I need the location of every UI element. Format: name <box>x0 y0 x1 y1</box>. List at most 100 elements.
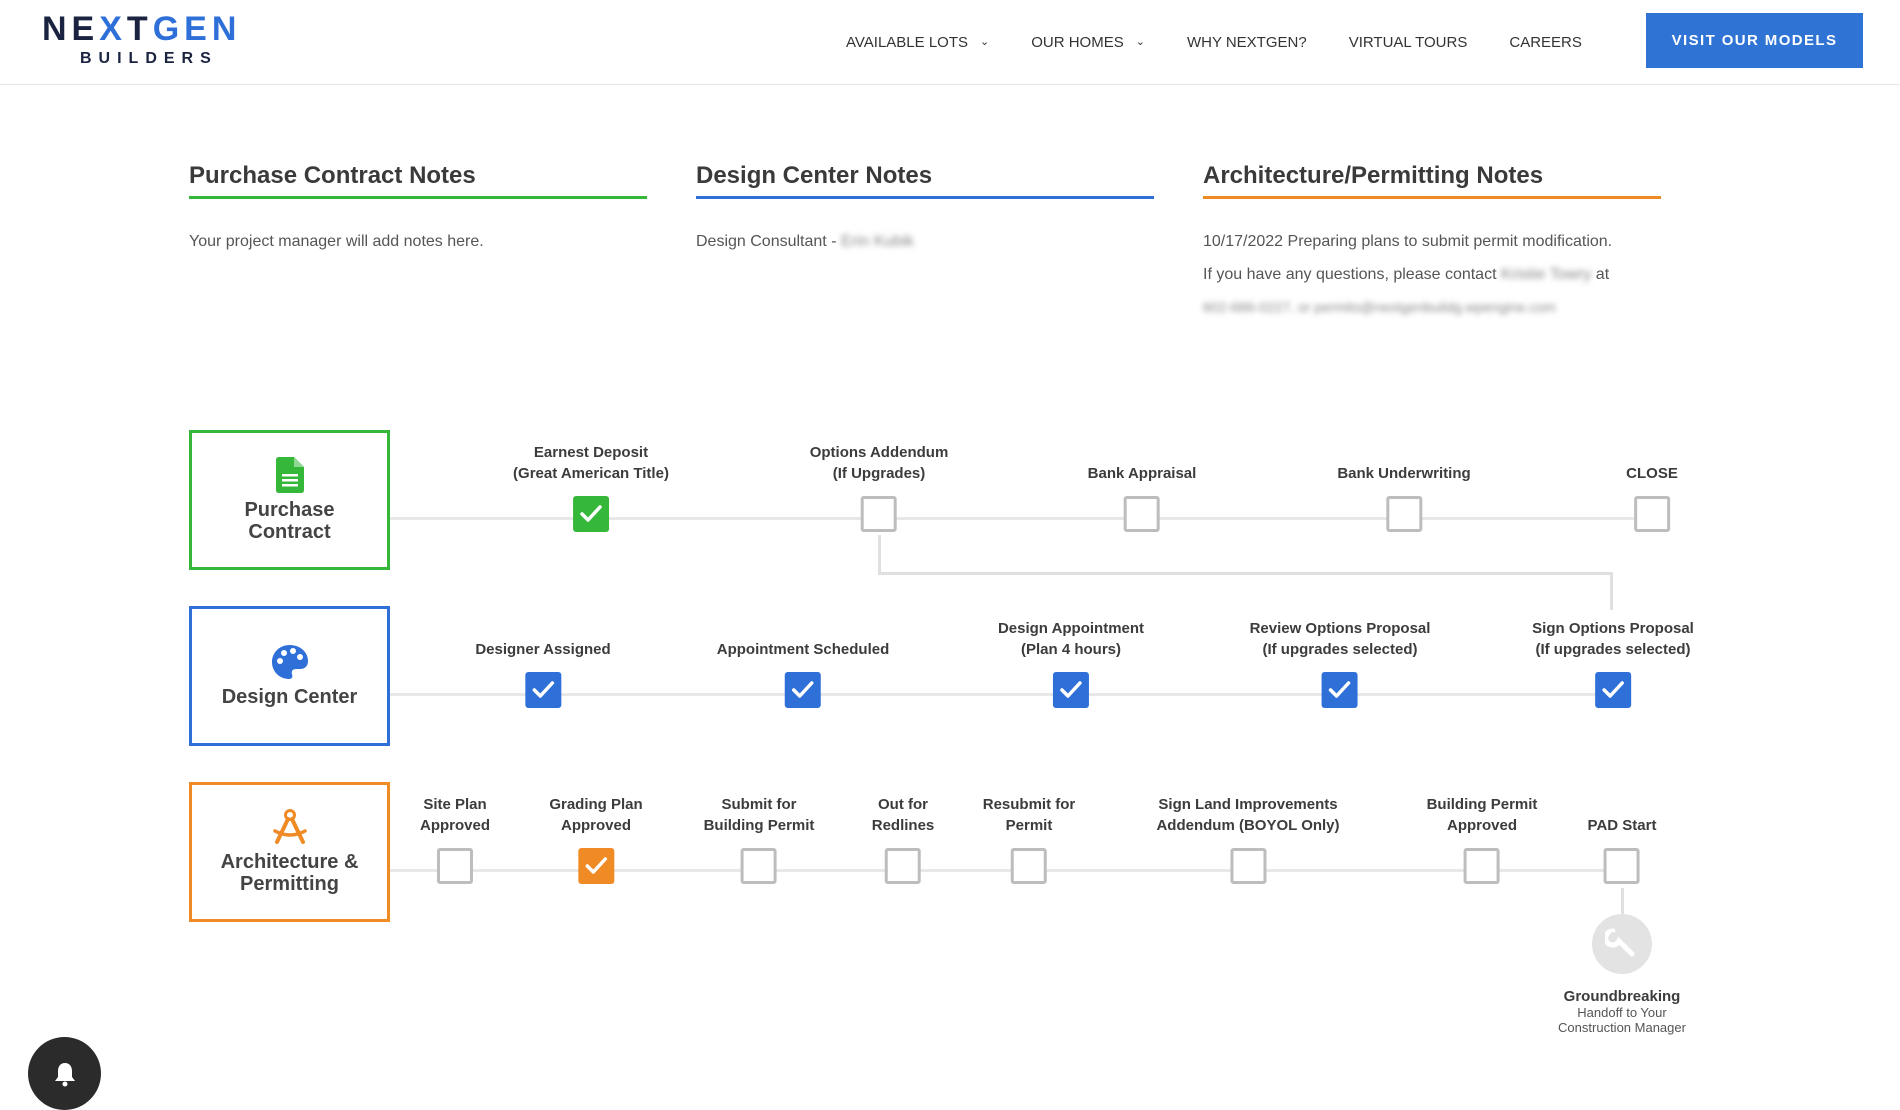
checkmark-icon <box>1602 681 1624 698</box>
step-checkbox[interactable] <box>785 672 821 708</box>
stage-label-line: Permitting <box>240 873 339 895</box>
step-checkbox[interactable] <box>572 496 609 532</box>
architecture-notes-title: Architecture/Permitting Notes <box>1203 162 1661 199</box>
contact-details: 602-686-0227, or permits@nextgenbuildg.w… <box>1203 299 1556 315</box>
step-checkbox[interactable] <box>1124 496 1160 532</box>
step-label: Earnest Deposit (Great American Title) <box>513 444 669 482</box>
step-checkbox[interactable] <box>860 496 897 532</box>
step-grading-plan-approved: Grading Plan Approved <box>549 794 643 884</box>
checkmark-icon <box>580 505 602 522</box>
step-label: Bank Appraisal <box>1087 465 1197 482</box>
step-design-appointment: Design Appointment (Plan 4 hours) <box>998 618 1144 708</box>
nav-label: VIRTUAL TOURS <box>1348 34 1468 51</box>
step-checkbox[interactable] <box>1604 848 1640 884</box>
palette-icon <box>271 645 308 679</box>
nav-item-available-lots[interactable]: AVAILABLE LOTS ⌄ <box>846 34 989 51</box>
visit-models-button[interactable]: VISIT OUR MODELS <box>1646 13 1863 68</box>
site-header: NEXTGEN BUILDERS AVAILABLE LOTS ⌄ OUR HO… <box>0 0 1900 85</box>
stage-label-line: Contract <box>248 521 331 543</box>
groundbreaking-text: Groundbreaking Handoff to Your Construct… <box>1522 988 1722 1035</box>
step-options-addendum: Options Addendum (If Upgrades) <box>809 442 949 532</box>
architecture-note-line: If you have any questions, please contac… <box>1203 258 1661 291</box>
step-close: CLOSE <box>1626 442 1678 532</box>
stage-label-line: Purchase <box>244 499 335 521</box>
groundbreaking-badge <box>1592 914 1652 974</box>
checkmark-icon <box>1060 681 1082 698</box>
step-label: Bank Underwriting <box>1337 465 1471 482</box>
wrench-icon <box>1605 928 1635 957</box>
step-checkbox[interactable] <box>577 848 614 884</box>
nav-item-our-homes[interactable]: OUR HOMES ⌄ <box>1031 34 1145 51</box>
design-consultant-name: Erin Kubik <box>840 233 914 250</box>
step-appointment-scheduled: Appointment Scheduled <box>717 618 889 708</box>
step-pad-start: PAD Start <box>1588 794 1656 884</box>
step-designer-assigned: Designer Assigned <box>475 618 611 708</box>
step-label: Site Plan Approved <box>419 796 491 834</box>
step-submit-building-permit: Submit for Building Permit <box>704 794 814 884</box>
step-resubmit-for-permit: Resubmit for Permit <box>982 794 1076 884</box>
step-checkbox[interactable] <box>885 848 921 884</box>
contact-prefix: If you have any questions, please contac… <box>1203 266 1501 283</box>
purchase-notes: Purchase Contract Notes Your project man… <box>189 162 647 258</box>
connector-line <box>1610 572 1613 610</box>
step-checkbox[interactable] <box>1634 496 1670 532</box>
step-label: Options Addendum (If Upgrades) <box>809 444 949 482</box>
logo-text-t: T <box>126 10 153 48</box>
nav-label: OUR HOMES <box>1031 34 1124 51</box>
step-checkbox[interactable] <box>1464 848 1500 884</box>
stage-label: Design Center <box>221 686 358 708</box>
bell-icon <box>54 1062 75 1086</box>
drafting-compass-icon <box>272 809 307 844</box>
groundbreaking-subtitle: Construction Manager <box>1558 1020 1686 1035</box>
groundbreaking-title: Groundbreaking <box>1563 988 1681 1005</box>
nav-item-why-nextgen[interactable]: WHY NEXTGEN? <box>1187 34 1307 51</box>
architecture-note-line: 10/17/2022 Preparing plans to submit per… <box>1203 233 1613 250</box>
step-label: Review Options Proposal (If upgrades sel… <box>1249 620 1431 658</box>
step-checkbox[interactable] <box>1595 672 1631 708</box>
nav-label: CAREERS <box>1509 34 1582 51</box>
checkmark-icon <box>792 681 814 698</box>
design-notes-title: Design Center Notes <box>696 162 1154 199</box>
step-sign-options-proposal: Sign Options Proposal (If upgrades selec… <box>1532 618 1694 708</box>
main-nav: AVAILABLE LOTS ⌄ OUR HOMES ⌄ WHY NEXTGEN… <box>846 34 1624 51</box>
step-checkbox[interactable] <box>524 672 561 708</box>
purchase-notes-body: Your project manager will add notes here… <box>189 233 484 250</box>
step-label: Design Appointment (Plan 4 hours) <box>997 620 1145 658</box>
logo[interactable]: NEXTGEN BUILDERS <box>42 12 241 68</box>
step-checkbox[interactable] <box>1052 672 1089 708</box>
checkmark-icon <box>1329 681 1351 698</box>
step-checkbox[interactable] <box>1010 848 1047 884</box>
groundbreaking-subtitle: Handoff to Your <box>1577 1005 1667 1020</box>
nav-item-careers[interactable]: CAREERS <box>1509 34 1582 51</box>
logo-text-x: X <box>99 10 127 48</box>
step-checkbox[interactable] <box>741 848 777 884</box>
step-checkbox[interactable] <box>436 848 473 884</box>
nav-item-virtual-tours[interactable]: VIRTUAL TOURS <box>1349 34 1468 51</box>
stage-label: Architecture & Permitting <box>221 851 359 895</box>
step-label: Sign Land Improvements Addendum (BOYOL O… <box>1156 796 1340 834</box>
logo-text-ne: NE <box>42 10 100 48</box>
stage-label-line: Architecture & <box>220 851 359 873</box>
step-label: Designer Assigned <box>475 641 611 658</box>
stage-label: Purchase Contract <box>244 499 334 543</box>
notification-button[interactable] <box>28 1037 101 1110</box>
step-label: Out for Redlines <box>871 796 935 834</box>
design-notes-body: Design Consultant - Erin Kubik <box>696 225 1154 258</box>
step-checkbox[interactable] <box>1230 848 1266 884</box>
contact-suffix: at <box>1591 266 1610 283</box>
contact-name: Kristie Towry <box>1500 266 1592 283</box>
step-earnest-deposit: Earnest Deposit (Great American Title) <box>513 442 669 532</box>
architecture-notes-body: 10/17/2022 Preparing plans to submit per… <box>1203 225 1661 324</box>
step-label: Grading Plan Approved <box>549 796 643 834</box>
step-bank-appraisal: Bank Appraisal <box>1087 442 1197 532</box>
chevron-down-icon: ⌄ <box>1135 36 1145 48</box>
checkmark-icon <box>532 681 554 698</box>
step-checkbox[interactable] <box>1322 672 1358 708</box>
step-label: Sign Options Proposal (If upgrades selec… <box>1532 620 1694 658</box>
step-label: Resubmit for Permit <box>982 796 1076 834</box>
step-sign-land-improvements: Sign Land Improvements Addendum (BOYOL O… <box>1156 794 1340 884</box>
step-checkbox[interactable] <box>1385 496 1422 532</box>
step-label: Building Permit Approved <box>1426 796 1538 834</box>
connector-line <box>878 572 1613 575</box>
nav-label: AVAILABLE LOTS <box>846 34 968 51</box>
